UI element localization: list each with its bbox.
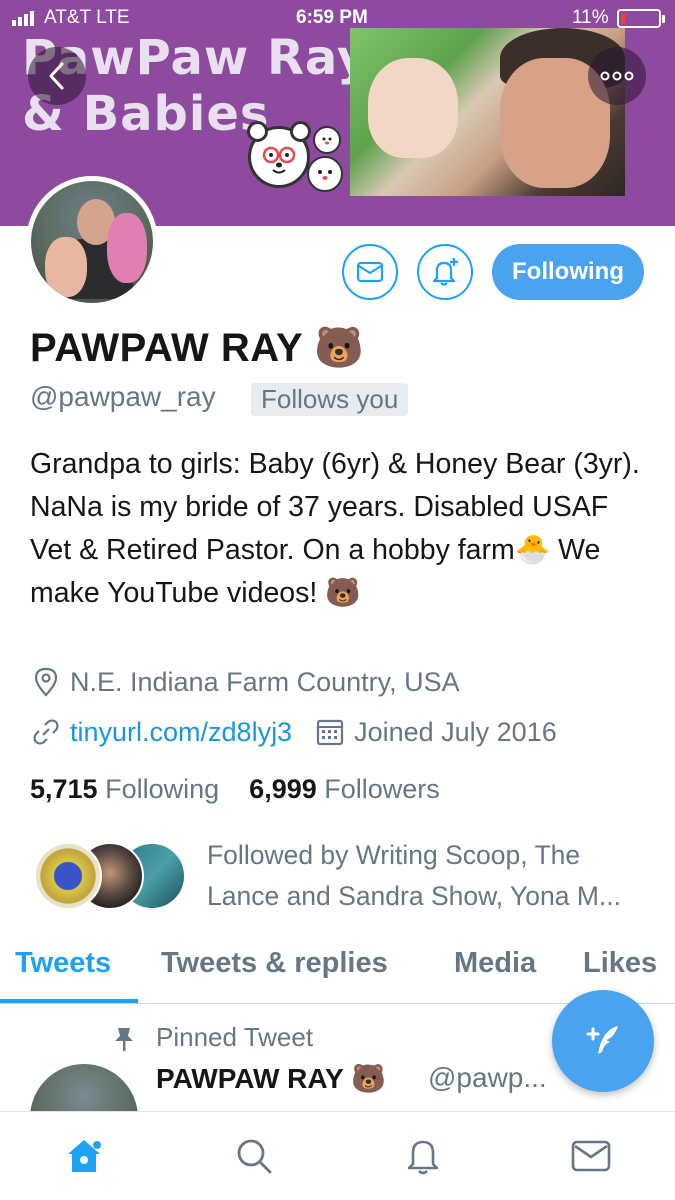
following-button[interactable]: Following	[492, 244, 644, 300]
chevron-left-icon	[49, 62, 64, 90]
tweet-author-handle: @pawp...	[428, 1062, 547, 1093]
notifications-bell-icon	[407, 1140, 439, 1175]
location-row: N.E. Indiana Farm Country, USA	[30, 666, 460, 698]
home-tab[interactable]	[62, 1134, 106, 1178]
joined-date: Joined July 2016	[314, 716, 557, 748]
location-text: N.E. Indiana Farm Country, USA	[70, 666, 460, 697]
battery-percent: 11%	[572, 7, 609, 28]
tab-likes[interactable]: Likes	[583, 947, 657, 980]
follow-counts: 5,715 Following 6,999 Followers	[30, 774, 440, 805]
follows-you-badge: Follows you	[251, 383, 409, 416]
messages-tab[interactable]	[569, 1134, 613, 1178]
compose-tweet-icon	[586, 1026, 618, 1054]
active-tab-indicator	[0, 999, 138, 1003]
banner-photo	[350, 28, 625, 196]
tweet-author-name[interactable]: PAWPAW RAY 🐻	[156, 1062, 386, 1095]
calendar-icon	[314, 716, 346, 748]
search-icon	[237, 1139, 272, 1174]
bottom-tab-bar	[0, 1111, 675, 1200]
back-button[interactable]	[28, 47, 86, 105]
notifications-toggle-button[interactable]	[417, 244, 473, 300]
more-options-button[interactable]	[588, 47, 646, 105]
tab-tweets-replies[interactable]: Tweets & replies	[161, 947, 388, 980]
signal-strength-icon	[12, 11, 34, 26]
compose-tweet-button[interactable]	[552, 990, 654, 1092]
notifications-tab[interactable]	[401, 1134, 445, 1178]
messages-envelope-icon	[571, 1140, 611, 1172]
joined-text: Joined July 2016	[354, 716, 557, 747]
link-joined-row: tinyurl.com/zd8lyj3 Joined July 2016	[30, 716, 557, 748]
battery-icon	[617, 9, 665, 28]
clock: 6:59 PM	[296, 7, 368, 28]
carrier-label: AT&T LTE	[44, 7, 130, 28]
home-icon	[68, 1140, 101, 1172]
link-icon	[30, 716, 62, 748]
profile-avatar[interactable]	[26, 176, 158, 308]
status-bar: AT&T LTE 6:59 PM 11%	[0, 0, 675, 36]
followed-by-text[interactable]: Followed by Writing Scoop, The Lance and…	[207, 835, 657, 917]
location-pin-icon	[30, 666, 62, 698]
followers-count-link[interactable]: 6,999 Followers	[249, 774, 440, 804]
pin-icon	[112, 1026, 136, 1057]
tab-tweets[interactable]: Tweets	[15, 947, 111, 980]
search-tab[interactable]	[232, 1134, 276, 1178]
following-count-link[interactable]: 5,715 Following	[30, 774, 219, 804]
tab-media[interactable]: Media	[454, 947, 536, 980]
profile-tabs: Tweets Tweets & replies Media Likes	[0, 937, 675, 1004]
profile-bio: Grandpa to girls: Baby (6yr) & Honey Bea…	[30, 448, 640, 609]
avatar	[34, 842, 102, 910]
followed-by-avatars[interactable]	[34, 842, 186, 912]
profile-name: PAWPAW RAY 🐻	[30, 326, 365, 370]
envelope-icon	[356, 261, 384, 283]
more-horizontal-icon	[600, 71, 634, 81]
profile-website-link[interactable]: tinyurl.com/zd8lyj3	[70, 717, 292, 748]
pinned-tweet-label: Pinned Tweet	[156, 1022, 314, 1052]
direct-message-button[interactable]	[342, 244, 398, 300]
bell-plus-icon	[432, 258, 458, 286]
profile-handle: @pawpaw_ray	[30, 381, 216, 412]
